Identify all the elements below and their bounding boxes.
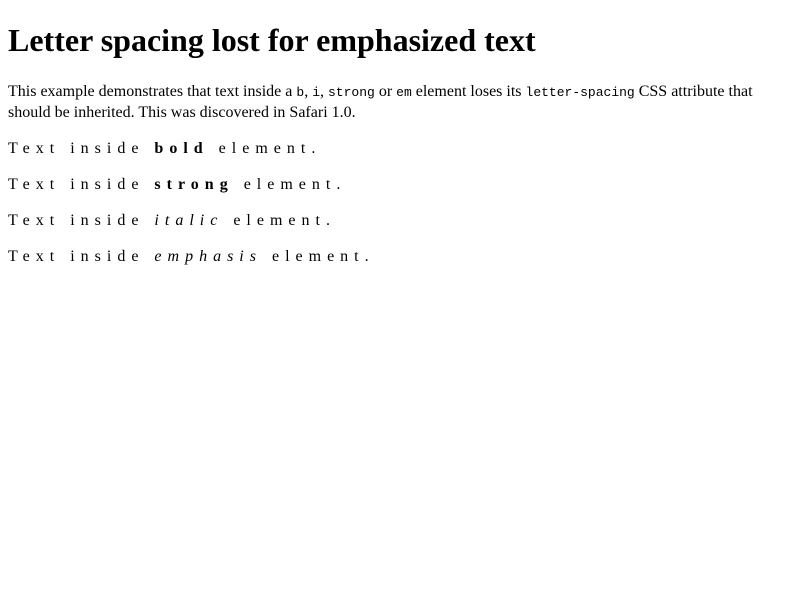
intro-separator: , [304,83,313,100]
example-text-after: element. [208,140,322,157]
example-text-after: element. [223,212,336,229]
example-text-after: element. [233,176,347,193]
italic-text: italic [154,212,224,229]
emphasis-text: emphasis [154,248,262,265]
intro-separator: or [374,83,397,100]
example-italic: Text inside italic element. [8,211,792,231]
intro-separator: , [320,83,328,100]
example-text-before: Text inside [8,176,155,193]
example-strong: Text inside strong element. [8,175,792,195]
code-em: em [396,85,412,100]
example-text-before: Text inside [8,248,155,265]
code-strong: strong [328,85,375,100]
example-bold: Text inside bold element. [8,139,792,159]
example-text-before: Text inside [8,212,155,229]
intro-prefix: This example demonstrates that text insi… [8,83,297,100]
example-emphasis: Text inside emphasis element. [8,247,792,267]
code-letter-spacing: letter-spacing [525,85,635,100]
intro-paragraph: This example demonstrates that text insi… [8,82,792,123]
example-text-after: element. [261,248,375,265]
code-i: i [312,85,320,100]
intro-middle: element loses its [411,83,526,100]
bold-text: bold [154,140,209,157]
strong-text: strong [154,176,234,193]
example-text-before: Text inside [8,140,155,157]
page: Letter spacing lost for emphasized text … [0,0,800,275]
page-title: Letter spacing lost for emphasized text [8,22,536,58]
